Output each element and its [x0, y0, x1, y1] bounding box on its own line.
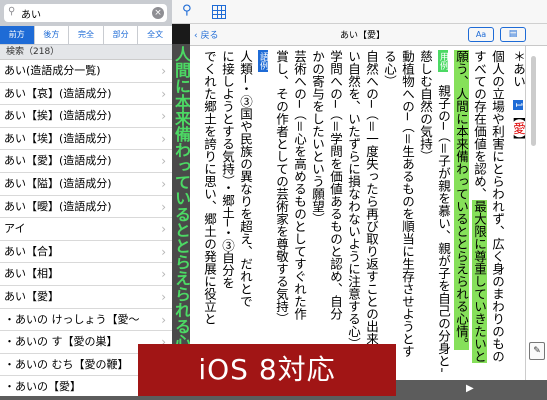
- list-item[interactable]: あい【相】 ›: [0, 263, 172, 286]
- list-item-label: あい【隘】(造語成分): [4, 176, 112, 190]
- example-line: 賞し、その作者としての芸術家を尊敬する気持）: [274, 50, 289, 325]
- chevron-right-icon: ›: [161, 222, 166, 237]
- list-item[interactable]: あい【隘】(造語成分) ›: [0, 173, 172, 196]
- definition-line: 個人の立場や利害にとらわれず、広く身のまわりのもの: [490, 50, 505, 363]
- note-button[interactable]: ▤: [500, 27, 526, 42]
- list-item-label: あい【相】: [4, 267, 59, 281]
- list-item[interactable]: アイ ›: [0, 218, 172, 241]
- list-item[interactable]: あい(造語成分一覧) ›: [0, 60, 172, 83]
- search-icon[interactable]: ⚲: [182, 3, 192, 18]
- chevron-right-icon: ›: [161, 86, 166, 101]
- headword-mark: ＊: [511, 50, 526, 63]
- chevron-right-icon: ›: [161, 312, 166, 327]
- font-size-button[interactable]: Aa: [468, 27, 494, 42]
- search-bar: ⚲ あい ×: [0, 0, 172, 26]
- list-item-label: あい【合】: [4, 244, 59, 258]
- side-strip: ✎: [525, 46, 547, 380]
- nav-bar: ‹ 戻る あい【愛】 Aa ▤: [190, 24, 547, 46]
- scrollbar[interactable]: [531, 56, 536, 146]
- example-text: 親子の─（＝子が親を慕い、親が子を自己の分身として: [436, 84, 451, 373]
- example-line: 慈しむ自然の気持）: [418, 50, 433, 163]
- entry-content: ＊あい 1【愛】 個人の立場や利害にとらわれず、広く身のまわりのもの すべての存…: [190, 46, 547, 380]
- top-toolbar: ⚲: [172, 0, 547, 24]
- tab-forward[interactable]: 前方: [0, 26, 34, 44]
- sense-number: 1: [513, 100, 523, 110]
- example-line: 芸術への─（＝心を高めるものとしてすぐれた作: [292, 50, 307, 321]
- list-item[interactable]: ・あいの けっしょう【愛～ ›: [0, 309, 172, 332]
- chevron-right-icon: ›: [161, 64, 166, 78]
- list-item-label: あい【曖】(造語成分): [4, 199, 112, 213]
- page-title: あい【愛】: [340, 31, 386, 41]
- tab-fulltext[interactable]: 全文: [138, 26, 172, 44]
- list-item[interactable]: あい【曖】(造語成分) ›: [0, 196, 172, 219]
- example-line: 自然への─（＝一度失ったら再び取り返すことの出来な: [364, 50, 379, 358]
- list-item-label: ・あいの す【愛の巣】: [4, 335, 118, 349]
- list-item-label: あい【哀】(造語成分): [4, 86, 112, 100]
- example-line: かの寄与をしたいという願望）: [310, 50, 325, 225]
- definition-line: 願う、人間に本来備わっているととらえられる心情。: [452, 50, 470, 372]
- chevron-right-icon: ›: [161, 131, 166, 146]
- word-example-line: 人類─・③国や民族の異なりを超え、だれとで: [238, 50, 253, 308]
- back-button[interactable]: ‹ 戻る: [194, 28, 218, 41]
- chevron-right-icon: ›: [161, 109, 166, 124]
- next-page-button[interactable]: ▶: [466, 383, 474, 394]
- example-line: る心）: [382, 50, 397, 88]
- definition-text: すべての存在価値を認め、: [472, 50, 487, 200]
- search-icon: ⚲: [8, 6, 16, 17]
- grid-icon[interactable]: [212, 5, 226, 19]
- tab-partial[interactable]: 部分: [103, 26, 138, 44]
- list-item-label: ・あいの むち【愛の鞭】: [4, 357, 129, 371]
- word-example-tag-column: 語例: [254, 50, 272, 372]
- example-line: 動植物への─（＝生あるものを順当に生存させようとす: [400, 50, 415, 358]
- list-item-label: あい(造語成分一覧): [4, 64, 101, 77]
- tab-backward[interactable]: 後方: [34, 26, 69, 44]
- chevron-right-icon: ›: [161, 154, 166, 169]
- chevron-right-icon: ›: [161, 289, 166, 304]
- list-item-label: あい【埃】(造語成分): [4, 131, 112, 145]
- search-mode-tabs: 前方 後方 完全 部分 全文: [0, 26, 172, 45]
- list-item-label: あい【挨】(造語成分): [4, 109, 112, 123]
- highlighted-text: 最大限に尊重していきたいと: [472, 200, 487, 363]
- headword-kanji: 愛: [511, 122, 526, 135]
- word-example-line: に接しようとする気持）・郷土─・③自分を: [220, 50, 235, 289]
- highlighted-text: 願う、人間に本来備わっているととらえられる心情。: [454, 50, 469, 350]
- list-item[interactable]: あい【愛】(造語成分) ›: [0, 150, 172, 173]
- bottom-strip: [0, 396, 190, 400]
- word-example-line: でくれた郷土を誇りに思い、郷土の発展に役立と: [202, 50, 217, 325]
- list-item-label: ・あいの けっしょう【愛～: [4, 312, 140, 326]
- headword: あい: [511, 62, 526, 88]
- chevron-right-icon: ›: [161, 244, 166, 259]
- definition-line: すべての存在価値を認め、最大限に尊重していきたいと: [470, 50, 488, 372]
- search-input[interactable]: ⚲ あい ×: [4, 4, 167, 22]
- list-item-label: アイ: [4, 222, 26, 236]
- results-count: 検索（218）: [0, 45, 172, 60]
- list-item[interactable]: あい【哀】(造語成分) ›: [0, 83, 172, 106]
- chevron-right-icon: ›: [161, 267, 166, 282]
- chevron-right-icon: ›: [161, 176, 166, 191]
- list-item[interactable]: あい【挨】(造語成分) ›: [0, 105, 172, 128]
- tab-exact[interactable]: 完全: [69, 26, 103, 44]
- ios8-badge: iOS 8対応: [138, 344, 396, 396]
- list-item[interactable]: あい【合】 ›: [0, 241, 172, 264]
- clear-icon[interactable]: ×: [152, 7, 164, 19]
- list-item-label: あい【愛】: [4, 289, 59, 303]
- results-pane: ⚲ あい × 前方 後方 完全 部分 全文 検索（218） あい(造語成分一覧)…: [0, 0, 172, 400]
- list-item-label: あい【愛】(造語成分): [4, 154, 112, 168]
- example-line: 用例 親子の─（＝子が親を慕い、親が子を自己の分身として: [434, 50, 452, 372]
- example-line: い自然を、いたずらに損なわないように注意する心）: [346, 50, 361, 350]
- list-item-label: ・あいの【愛】: [4, 380, 81, 394]
- chevron-right-icon: ›: [161, 199, 166, 214]
- search-value: あい: [21, 10, 41, 21]
- memo-button[interactable]: ✎: [529, 342, 545, 360]
- word-example-tag: 語例: [258, 50, 268, 72]
- example-tag: 用例: [438, 50, 448, 72]
- example-line: 学問への─（＝学問を価値あるものと認め、自分: [328, 50, 343, 321]
- banner-text: 人間に本来備わっているととらえられる心情: [172, 46, 190, 366]
- back-label: 戻る: [200, 31, 219, 41]
- list-item[interactable]: あい【埃】(造語成分) ›: [0, 128, 172, 151]
- list-item[interactable]: あい【愛】 ›: [0, 286, 172, 309]
